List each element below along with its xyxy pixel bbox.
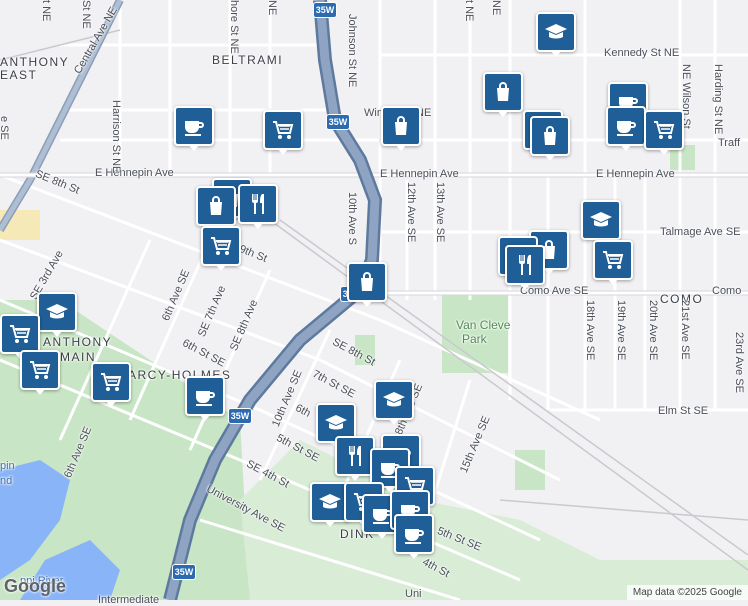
fork-knife-icon[interactable] xyxy=(238,184,278,229)
fork-knife-icon[interactable] xyxy=(335,436,375,481)
street-elm: Elm St SE xyxy=(658,405,709,417)
street-top-ne-4: NE xyxy=(490,0,502,16)
street-kennedy: Kennedy St NE xyxy=(604,47,680,59)
street-top-ne-2: St NE xyxy=(80,0,92,29)
street-university-2: Uni xyxy=(405,588,422,600)
grad-cap-icon[interactable] xyxy=(374,380,414,425)
interstate-shield: 35W xyxy=(228,408,252,424)
shopping-bag-icon[interactable] xyxy=(381,106,421,151)
grad-cap-icon[interactable] xyxy=(536,12,576,57)
cart-icon[interactable] xyxy=(263,110,303,155)
coffee-icon[interactable] xyxy=(174,106,214,151)
area-label-main: MAIN xyxy=(60,350,96,364)
street-e-hennepin-east: E Hennepin Ave xyxy=(596,168,675,180)
shopping-bag-icon[interactable] xyxy=(530,116,570,161)
street-19th-ave: 19th Ave SE xyxy=(615,300,627,361)
street-traff: Traff xyxy=(718,137,741,149)
street-talmage: Talmage Ave SE xyxy=(660,226,741,238)
coffee-icon[interactable] xyxy=(394,514,434,559)
cart-icon[interactable] xyxy=(91,362,131,407)
street-12th-ave: 12th Ave SE xyxy=(405,182,417,243)
street-johnson: Johnson St NE xyxy=(346,14,358,88)
street-18th-ave: 18th Ave SE xyxy=(584,300,596,361)
street-e-hennepin-mid: E Hennepin Ave xyxy=(380,168,459,180)
coffee-icon[interactable] xyxy=(606,106,646,151)
map-attribution[interactable]: Map data ©2025 Google xyxy=(626,585,748,600)
interstate-shield: 35W xyxy=(326,114,350,130)
grad-cap-icon[interactable] xyxy=(37,292,77,337)
shopping-bag-icon[interactable] xyxy=(196,186,236,231)
coffee-icon[interactable] xyxy=(185,376,225,421)
fork-knife-icon[interactable] xyxy=(505,245,545,290)
cart-icon[interactable] xyxy=(20,350,60,395)
street-top-ne-5: NE xyxy=(266,0,278,16)
street-harrison: Harrison St NE xyxy=(110,100,122,174)
interstate-shield: 35W xyxy=(313,2,337,18)
street-harding: Harding St NE xyxy=(712,64,724,135)
street-13th-ave: 13th Ave SE xyxy=(434,182,446,243)
river-label-2b: nd xyxy=(0,475,13,487)
area-label-anthony: ANTHONY xyxy=(0,55,70,69)
street-intermediate: Intermediate xyxy=(98,594,160,606)
street-como-2: Como xyxy=(712,285,742,297)
street-10th-ave: 10th Ave S xyxy=(346,192,358,246)
cart-icon[interactable] xyxy=(644,110,684,155)
river-label-2a: pin xyxy=(0,460,15,472)
street-21st-ave: 21st Ave SE xyxy=(679,300,691,360)
google-logo: Google xyxy=(4,576,66,596)
grad-cap-icon[interactable] xyxy=(581,200,621,245)
cart-icon[interactable] xyxy=(593,240,633,285)
street-e-ave-se: e SE xyxy=(0,116,10,140)
area-label-east: EAST xyxy=(0,68,38,82)
cart-icon[interactable] xyxy=(0,314,40,359)
street-top-ne-1: t NE xyxy=(40,0,52,22)
interstate-shield: 35W xyxy=(172,564,196,580)
street-nemore: hore St NE xyxy=(228,0,240,54)
park-label-line1: Van Cleve xyxy=(456,318,511,332)
street-20th-ave: 20th Ave SE xyxy=(647,300,659,361)
street-23rd-ave: 23rd Ave SE xyxy=(733,332,745,393)
street-top-ne-3: t NE xyxy=(463,0,475,22)
shopping-bag-icon[interactable] xyxy=(347,262,387,307)
cart-icon[interactable] xyxy=(201,226,241,271)
street-e-hennepin-west: E Hennepin Ave xyxy=(95,167,174,179)
shopping-bag-icon[interactable] xyxy=(483,72,523,117)
area-label-beltrami: BELTRAMI xyxy=(212,53,284,67)
park-label-line2: Park xyxy=(462,332,487,346)
